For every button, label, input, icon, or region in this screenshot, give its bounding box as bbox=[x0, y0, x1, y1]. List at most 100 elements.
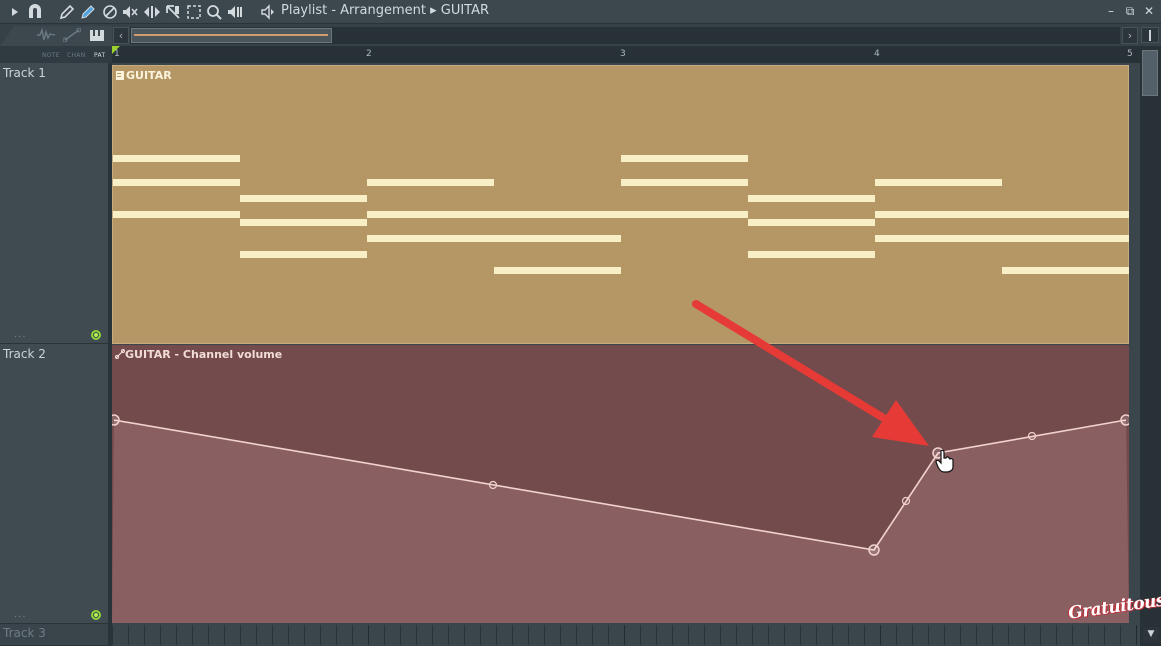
automation-fill bbox=[112, 420, 1129, 623]
grid-line bbox=[176, 625, 177, 645]
track-3-lane[interactable] bbox=[112, 624, 1140, 646]
track-grip[interactable]: ... bbox=[14, 329, 27, 340]
automation-point[interactable] bbox=[932, 447, 944, 459]
pattern-clip-guitar[interactable]: GUITAR bbox=[112, 65, 1129, 344]
track-mute-led[interactable] bbox=[91, 610, 101, 620]
paint-brush-icon[interactable] bbox=[79, 3, 97, 21]
note-bar bbox=[240, 195, 367, 202]
note-bar bbox=[494, 211, 621, 218]
zoom-icon[interactable] bbox=[205, 3, 223, 21]
track-name[interactable]: Track 2 bbox=[3, 347, 46, 361]
grid-line bbox=[672, 625, 673, 645]
automation-clip-icon bbox=[115, 349, 125, 359]
grid-line bbox=[640, 625, 641, 645]
slip-icon[interactable] bbox=[143, 3, 161, 21]
grid-line bbox=[752, 625, 753, 645]
mode-note-label[interactable]: NOTE bbox=[42, 52, 60, 59]
mute-icon[interactable] bbox=[121, 3, 139, 21]
automation-clip-title: GUITAR - Channel volume bbox=[125, 348, 283, 361]
grid-line bbox=[1040, 625, 1041, 645]
grid-line bbox=[688, 625, 689, 645]
delete-icon[interactable] bbox=[101, 3, 119, 21]
automation-curve-icon[interactable] bbox=[62, 27, 82, 46]
note-bar bbox=[113, 211, 240, 218]
audio-wave-icon[interactable] bbox=[36, 27, 56, 46]
grid-line bbox=[816, 625, 817, 645]
grid-line bbox=[384, 625, 385, 645]
minimize-button[interactable]: – bbox=[1103, 2, 1119, 20]
track-header-3[interactable]: Track 3 bbox=[0, 624, 108, 646]
grid-line bbox=[832, 625, 833, 645]
scroll-left-button[interactable]: ‹ bbox=[113, 27, 129, 44]
track-grip[interactable]: ... bbox=[14, 609, 27, 620]
window-title: Playlist - Arrangement ▸ GUITAR bbox=[281, 3, 490, 18]
grid-line bbox=[128, 625, 129, 645]
track-header-2[interactable]: Track 2 ... bbox=[0, 344, 108, 624]
playlist-split-handle[interactable] bbox=[1141, 27, 1159, 43]
mode-pat-label[interactable]: PAT bbox=[94, 52, 105, 59]
mode-chan-label[interactable]: CHAN bbox=[67, 52, 86, 59]
grid-line bbox=[592, 625, 593, 645]
grid-line bbox=[528, 625, 529, 645]
grid-line bbox=[480, 625, 481, 645]
bar-number: 5 bbox=[1127, 49, 1133, 59]
track-mute-led[interactable] bbox=[91, 330, 101, 340]
note-bar bbox=[621, 211, 748, 218]
title-bar: Playlist - Arrangement ▸ GUITAR – ⧉ ✕ bbox=[0, 0, 1161, 24]
grid-line bbox=[784, 625, 785, 645]
grid-line bbox=[288, 625, 289, 645]
automation-point[interactable] bbox=[1120, 414, 1129, 426]
close-button[interactable]: ✕ bbox=[1141, 2, 1157, 20]
note-bar bbox=[875, 211, 1002, 218]
bar-number: 2 bbox=[366, 49, 372, 59]
automation-clip[interactable]: GUITAR - Channel volume bbox=[112, 345, 1129, 623]
grid-line bbox=[720, 625, 721, 645]
grid-line bbox=[368, 625, 369, 645]
restore-button[interactable]: ⧉ bbox=[1122, 2, 1138, 20]
grid-line bbox=[928, 625, 929, 645]
grid-line bbox=[416, 625, 417, 645]
vertical-scrollbar-thumb[interactable] bbox=[1142, 50, 1158, 96]
grid-line bbox=[160, 625, 161, 645]
note-bar bbox=[748, 251, 875, 258]
magnet-icon[interactable] bbox=[26, 3, 44, 21]
scroll-right-button[interactable]: › bbox=[1122, 27, 1138, 44]
automation-curve[interactable] bbox=[112, 345, 1129, 623]
bar-number: 3 bbox=[620, 49, 626, 59]
timeline-ruler[interactable]: 1 2 3 4 5 bbox=[112, 46, 1140, 63]
note-bar bbox=[494, 235, 621, 242]
grid-line bbox=[560, 625, 561, 645]
note-bar bbox=[621, 179, 748, 186]
bar-number: 1 bbox=[114, 49, 120, 59]
automation-point[interactable] bbox=[112, 414, 120, 426]
grid-line bbox=[576, 625, 577, 645]
track-header-column: Track 1 ... Track 2 ... Track 3 bbox=[0, 63, 110, 646]
automation-point[interactable] bbox=[868, 544, 880, 556]
track-name[interactable]: Track 1 bbox=[3, 66, 46, 80]
select-icon[interactable] bbox=[185, 3, 203, 21]
grid-line bbox=[256, 625, 257, 645]
horizontal-scrollbar[interactable] bbox=[130, 27, 1120, 44]
overview-line bbox=[134, 34, 328, 36]
note-bar bbox=[240, 251, 367, 258]
scroll-down-button[interactable]: ▼ bbox=[1143, 627, 1159, 643]
note-bar bbox=[621, 155, 748, 162]
track-name[interactable]: Track 3 bbox=[3, 626, 46, 640]
playback-icon[interactable] bbox=[226, 3, 244, 21]
playlist-arrangement[interactable]: GUITAR GUITAR - Channel volume bbox=[112, 63, 1140, 646]
piano-icon[interactable] bbox=[89, 27, 105, 46]
grid-line bbox=[208, 625, 209, 645]
grid-line bbox=[864, 625, 865, 645]
grid-line bbox=[992, 625, 993, 645]
grid-line bbox=[880, 625, 881, 645]
pencil-icon[interactable] bbox=[58, 3, 76, 21]
grid-line bbox=[192, 625, 193, 645]
grid-line bbox=[320, 625, 321, 645]
note-bar bbox=[875, 235, 1002, 242]
track-header-1[interactable]: Track 1 ... bbox=[0, 63, 108, 344]
slice-icon[interactable] bbox=[164, 3, 182, 21]
vertical-scrollbar[interactable] bbox=[1140, 46, 1161, 646]
note-bar bbox=[748, 195, 875, 202]
play-arrow-icon[interactable] bbox=[7, 3, 25, 21]
grid-line bbox=[624, 625, 625, 645]
